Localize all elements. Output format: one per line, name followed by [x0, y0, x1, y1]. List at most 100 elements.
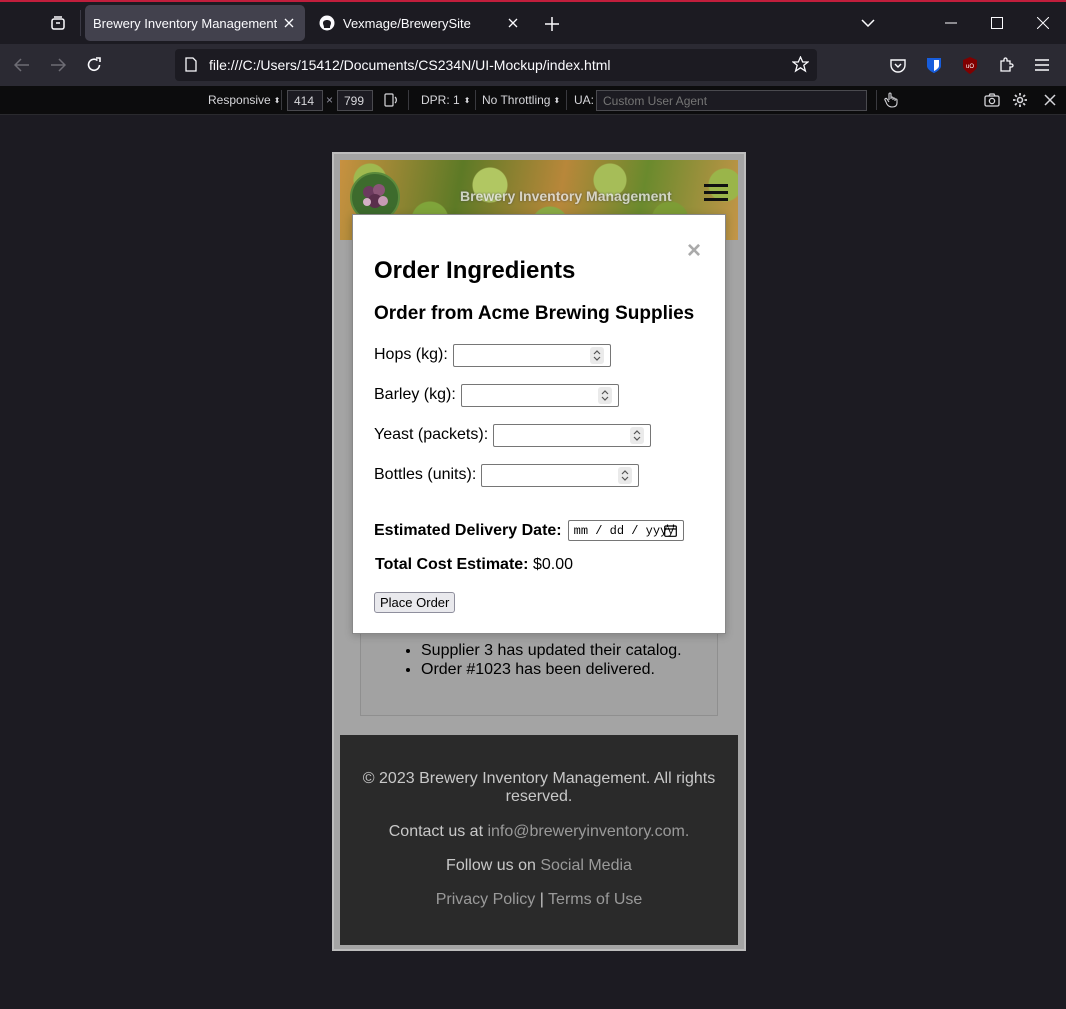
dpr-selector[interactable]: DPR: 1 ⬍ [421, 86, 470, 114]
yeast-label: Yeast (packets): [374, 426, 489, 443]
footer-legal: Privacy Policy | Terms of Use [340, 891, 738, 909]
total-cost-value: $0.00 [532, 556, 573, 573]
maximize-icon [991, 17, 1003, 29]
updown-arrows-icon: ⬍ [273, 95, 281, 105]
dpr-label: DPR: 1 [421, 93, 460, 107]
footer-follow-prefix: Follow us on [446, 857, 536, 874]
minimize-icon [945, 22, 957, 24]
url-text: file:///C:/Users/15412/Documents/CS234N/… [209, 57, 611, 73]
tab-overview-button[interactable] [40, 7, 76, 39]
gear-icon [1013, 93, 1027, 107]
pocket-icon[interactable] [886, 53, 910, 77]
updown-arrows-icon: ⬍ [463, 95, 471, 105]
new-tab-button[interactable] [538, 11, 566, 37]
modal-close-icon[interactable]: × [687, 239, 701, 263]
yeast-field-row: Yeast (packets): [374, 423, 652, 447]
user-agent-input[interactable] [596, 90, 867, 111]
chevron-down-icon [861, 19, 875, 27]
ua-label: UA: [574, 93, 595, 107]
terms-of-use-link[interactable]: Terms of Use [548, 891, 642, 908]
hops-input[interactable] [452, 343, 611, 367]
maximize-button[interactable] [980, 8, 1014, 38]
close-window-button[interactable] [1026, 8, 1060, 38]
privacy-policy-link[interactable]: Privacy Policy [436, 891, 536, 908]
navigation-toolbar: file:///C:/Users/15412/Documents/CS234N/… [0, 44, 1066, 86]
close-tab-icon[interactable] [281, 15, 297, 31]
footer-social-link[interactable]: Social Media [540, 857, 632, 874]
ublock-origin-icon[interactable]: uO [958, 53, 982, 77]
rotate-icon [384, 93, 397, 107]
responsive-design-toolbar: Responsive ⬍ 414 × 799 DPR: 1 ⬍ No Throt… [0, 86, 1066, 115]
address-bar[interactable]: file:///C:/Users/15412/Documents/CS234N/… [175, 49, 817, 81]
number-spinner-icon[interactable] [597, 386, 612, 404]
back-button[interactable] [8, 51, 36, 79]
tab-bar: Brewery Inventory Management Vexmage/Bre… [0, 2, 1066, 44]
footer-copyright: © 2023 Brewery Inventory Management. All… [362, 770, 716, 805]
tab-separator [80, 10, 81, 36]
date-placeholder: mm / dd / yyyy [573, 523, 675, 538]
number-spinner-icon[interactable] [630, 426, 645, 444]
viewport-height-input[interactable]: 799 [337, 90, 373, 111]
arrow-right-icon [51, 58, 66, 72]
tab-title: Vexmage/BrewerySite [343, 15, 471, 31]
modal-subtitle: Order from Acme Brewing Supplies [374, 303, 695, 324]
minimize-button[interactable] [934, 8, 968, 38]
delivery-date-input[interactable]: mm / dd / yyyy [567, 520, 684, 541]
bookmark-star-icon[interactable] [791, 55, 810, 78]
settings-button[interactable] [1012, 86, 1028, 114]
tab-brewery-inventory[interactable]: Brewery Inventory Management [85, 5, 305, 41]
screenshot-button[interactable] [984, 86, 1000, 114]
github-icon [319, 15, 335, 31]
svg-text:uO: uO [966, 64, 974, 70]
toolbar-separator [475, 90, 476, 110]
yeast-input[interactable] [493, 423, 652, 447]
arrow-left-icon [14, 58, 29, 72]
close-rdm-button[interactable] [1044, 86, 1056, 114]
number-spinner-icon[interactable] [618, 466, 633, 484]
menu-icon[interactable] [1030, 53, 1054, 77]
order-ingredients-modal: × Order Ingredients Order from Acme Brew… [352, 214, 726, 634]
reload-button[interactable] [80, 51, 108, 79]
hamburger-menu-icon[interactable] [704, 180, 728, 204]
bottles-field-row: Bottles (units): [374, 463, 640, 487]
forward-button[interactable] [44, 51, 72, 79]
footer-social: Follow us on Social Media [340, 857, 738, 875]
calendar-icon[interactable] [663, 524, 677, 541]
plus-icon [545, 17, 559, 31]
delivery-date-row: Estimated Delivery Date: mm / dd / yyyy [374, 520, 684, 541]
barley-input[interactable] [460, 383, 619, 407]
touch-hand-icon [884, 92, 898, 108]
notifications-list: Supplier 3 has updated their catalog. Or… [421, 641, 682, 679]
device-selector[interactable]: Responsive ⬍ [208, 86, 280, 114]
footer-email-link[interactable]: info@breweryinventory.com. [487, 823, 689, 840]
number-spinner-icon[interactable] [589, 346, 604, 364]
tab-overview-icon [51, 16, 65, 30]
barley-label: Barley (kg): [374, 386, 456, 403]
close-icon [1037, 17, 1049, 29]
barley-field-row: Barley (kg): [374, 383, 619, 407]
close-tab-icon[interactable] [505, 15, 521, 31]
list-all-tabs-button[interactable] [851, 8, 885, 38]
viewport-width-input[interactable]: 414 [287, 90, 323, 111]
close-icon [1044, 94, 1056, 106]
bitwarden-extension-icon[interactable] [922, 53, 946, 77]
extensions-icon[interactable] [994, 53, 1018, 77]
toolbar-separator [566, 90, 567, 110]
reload-icon [87, 57, 101, 71]
bottles-input[interactable] [481, 463, 640, 487]
toolbar-separator [281, 90, 282, 110]
notification-item: Supplier 3 has updated their catalog. [421, 641, 682, 660]
place-order-button[interactable]: Place Order [374, 592, 456, 613]
tab-github-repo[interactable]: Vexmage/BrewerySite [309, 5, 529, 41]
device-selector-label: Responsive [208, 93, 271, 107]
rotate-viewport-button[interactable] [383, 86, 399, 114]
touch-simulation-button[interactable] [884, 86, 898, 114]
total-cost-row: Total Cost Estimate: $0.00 [375, 556, 573, 574]
total-cost-label: Total Cost Estimate: [375, 556, 529, 573]
notification-item: Order #1023 has been delivered. [421, 660, 682, 679]
camera-icon [984, 93, 1000, 107]
throttling-selector[interactable]: No Throttling ⬍ [482, 86, 560, 114]
hops-label: Hops (kg): [374, 346, 448, 363]
toolbar-separator [408, 90, 409, 110]
footer-contact: Contact us at info@breweryinventory.com. [340, 823, 738, 841]
